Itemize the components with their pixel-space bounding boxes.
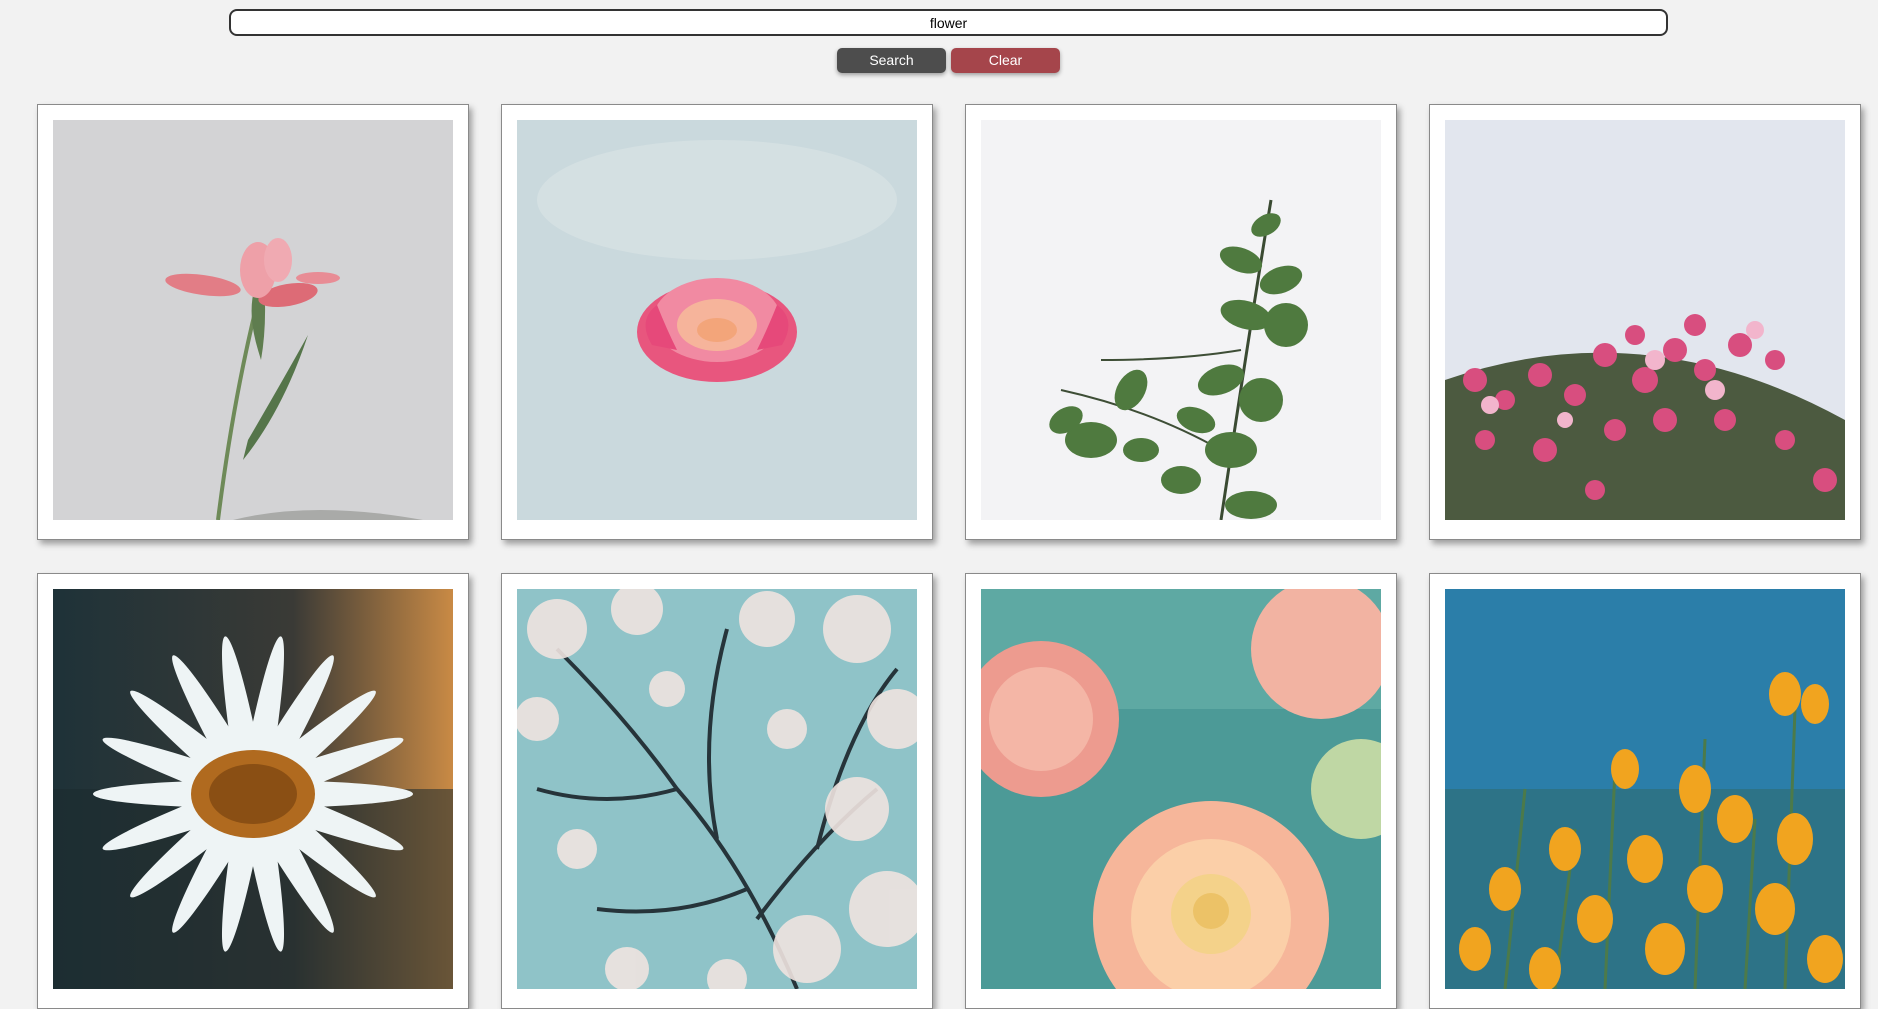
results-grid	[0, 0, 1878, 1009]
result-card[interactable]	[37, 104, 469, 540]
result-image-cherry-blossom[interactable]	[517, 589, 917, 989]
result-card[interactable]	[501, 104, 933, 540]
result-image-dahlia[interactable]	[981, 589, 1381, 989]
result-image-poppies[interactable]	[1445, 589, 1845, 989]
result-image-pink-rose[interactable]	[517, 120, 917, 520]
result-image-pink-blossom[interactable]	[1445, 120, 1845, 520]
result-card[interactable]	[1429, 104, 1861, 540]
result-card[interactable]	[965, 104, 1397, 540]
result-image-daisy[interactable]	[53, 589, 453, 989]
result-image-eucalyptus[interactable]	[981, 120, 1381, 520]
result-image-pink-lily[interactable]	[53, 120, 453, 520]
